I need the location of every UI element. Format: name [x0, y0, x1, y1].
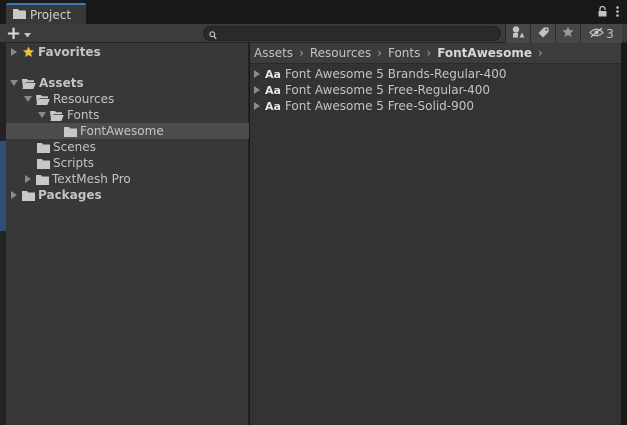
- chevron-right-icon: ›: [426, 46, 432, 60]
- save-search-button[interactable]: [555, 24, 580, 43]
- folder-icon: [36, 174, 49, 185]
- star-icon: [22, 46, 35, 58]
- asset-item-free-regular[interactable]: Aa Font Awesome 5 Free-Regular-400: [253, 82, 490, 98]
- kebab-menu-icon[interactable]: [616, 6, 619, 20]
- tree-item-label: TextMesh Pro: [52, 172, 131, 186]
- tree-item-label: Favorites: [38, 45, 101, 59]
- asset-label: Font Awesome 5 Brands-Regular-400: [284, 67, 507, 81]
- tree-item-textmesh-pro[interactable]: TextMesh Pro: [6, 171, 249, 187]
- font-asset-icon: Aa: [265, 99, 281, 113]
- folder-icon: [37, 142, 50, 153]
- expand-arrow-icon[interactable]: [253, 86, 261, 94]
- star-outline-icon: [562, 26, 574, 41]
- chevron-right-icon: ›: [377, 46, 382, 60]
- asset-item-free-solid[interactable]: Aa Font Awesome 5 Free-Solid-900: [253, 98, 474, 114]
- tree-item-scenes[interactable]: Scenes: [6, 139, 249, 155]
- tree-item-fontawesome[interactable]: FontAwesome: [6, 123, 249, 139]
- hidden-packages-count: 3: [606, 26, 614, 41]
- tree-item-assets[interactable]: Assets: [6, 75, 249, 91]
- chevron-down-icon: [24, 27, 32, 41]
- tab-label: Project: [30, 7, 72, 22]
- asset-label: Font Awesome 5 Free-Solid-900: [284, 99, 475, 113]
- folder-icon: [64, 126, 77, 137]
- search-icon: [209, 29, 217, 43]
- expand-arrow-icon[interactable]: [253, 102, 261, 110]
- folder-open-icon: [36, 94, 50, 105]
- toggle-hidden-packages-button[interactable]: 3: [580, 24, 622, 43]
- folder-icon: [13, 8, 26, 22]
- asset-label: Font Awesome 5 Free-Regular-400: [284, 83, 491, 97]
- font-asset-icon: Aa: [265, 83, 281, 97]
- tag-icon: [538, 27, 549, 41]
- search-field[interactable]: [203, 26, 501, 41]
- tab-bar: Project: [0, 0, 627, 24]
- tree-item-scripts[interactable]: Scripts: [6, 155, 249, 171]
- breadcrumb-fontawesome[interactable]: FontAwesome: [437, 46, 532, 60]
- search-by-label-button[interactable]: [530, 24, 555, 43]
- shapes-icon: [512, 26, 525, 41]
- folder-icon: [37, 158, 50, 169]
- tree-item-label: Assets: [39, 76, 84, 90]
- asset-item-brands-regular[interactable]: Aa Font Awesome 5 Brands-Regular-400: [253, 66, 507, 82]
- eye-crossed-icon: [589, 26, 605, 41]
- collapse-arrow-icon[interactable]: [10, 79, 18, 87]
- lock-icon[interactable]: [598, 5, 607, 20]
- project-window: Project + 3 Favorites Assets Resources F…: [0, 0, 627, 425]
- tree-item-label: Packages: [38, 188, 102, 202]
- plus-icon: +: [6, 23, 22, 44]
- tree-item-label: Scenes: [53, 140, 96, 154]
- right-dock-edge: [621, 43, 627, 425]
- expand-arrow-icon[interactable]: [24, 175, 32, 183]
- collapse-arrow-icon[interactable]: [24, 95, 32, 103]
- project-toolbar: + 3: [0, 24, 627, 43]
- breadcrumb-assets[interactable]: Assets: [254, 46, 293, 60]
- collapse-arrow-icon[interactable]: [38, 111, 46, 119]
- create-button[interactable]: +: [6, 23, 40, 44]
- expand-arrow-icon[interactable]: [10, 191, 18, 199]
- breadcrumb-fonts[interactable]: Fonts: [388, 46, 420, 60]
- folder-icon: [22, 190, 35, 201]
- tab-controls: [598, 5, 619, 21]
- tree-item-label: Resources: [53, 92, 115, 106]
- breadcrumb: Assets › Resources › Fonts › FontAwesome…: [250, 43, 621, 64]
- tree-item-resources[interactable]: Resources: [6, 91, 249, 107]
- search-input[interactable]: [220, 27, 496, 40]
- expand-arrow-icon[interactable]: [10, 48, 18, 56]
- expand-arrow-icon[interactable]: [253, 70, 261, 78]
- tab-project[interactable]: Project: [6, 3, 86, 24]
- asset-list-pane: Assets › Resources › Fonts › FontAwesome…: [250, 43, 621, 425]
- tree-item-label: Scripts: [53, 156, 95, 170]
- search-by-type-button[interactable]: [505, 24, 530, 43]
- chevron-right-icon: ›: [299, 46, 304, 60]
- tree-item-packages[interactable]: Packages: [6, 187, 249, 203]
- folder-open-icon: [50, 110, 64, 121]
- tree-item-favorites[interactable]: Favorites: [6, 44, 249, 60]
- tree-item-label: Fonts: [67, 108, 100, 122]
- chevron-right-icon: ›: [537, 46, 543, 60]
- font-asset-icon: Aa: [265, 67, 281, 81]
- folder-open-icon: [22, 78, 36, 89]
- tree-item-label: FontAwesome: [80, 124, 164, 138]
- tree-item-fonts[interactable]: Fonts: [6, 107, 249, 123]
- filter-buttons: 3: [505, 24, 622, 43]
- folder-tree: Favorites Assets Resources Fonts FontAwe…: [6, 43, 249, 425]
- breadcrumb-resources[interactable]: Resources: [310, 46, 371, 60]
